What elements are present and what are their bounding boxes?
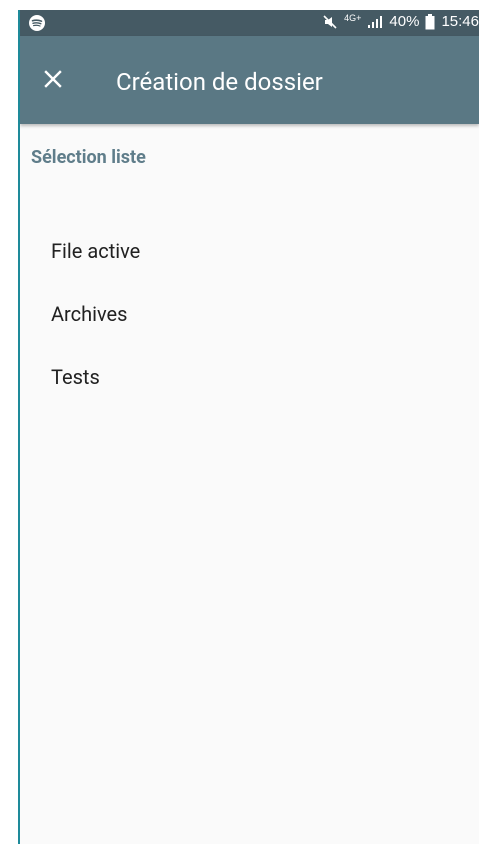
battery-icon: [425, 13, 435, 30]
app-toolbar: Création de dossier: [20, 36, 479, 124]
battery-level: 40%: [389, 13, 420, 30]
page-title: Création de dossier: [116, 68, 323, 96]
list-selection: File active Archives Tests: [20, 220, 479, 409]
network-type: 4G+: [344, 13, 362, 23]
close-icon: [44, 70, 62, 88]
device-frame: 4G+ 40% 15:46 Création de dossier Sélect…: [0, 0, 479, 844]
status-bar: 4G+ 40% 15:46: [20, 10, 479, 36]
clock: 15:46: [441, 13, 479, 30]
list-item-tests[interactable]: Tests: [20, 346, 479, 409]
list-item-archives[interactable]: Archives: [20, 283, 479, 346]
spotify-icon: [28, 14, 46, 32]
status-indicators: 4G+ 40% 15:46: [322, 13, 479, 30]
section-header: Sélection liste: [31, 147, 146, 168]
app-screen: 4G+ 40% 15:46 Création de dossier Sélect…: [18, 10, 479, 844]
list-item-file-active[interactable]: File active: [20, 220, 479, 283]
mute-icon: [322, 14, 338, 30]
close-button[interactable]: [40, 66, 66, 92]
signal-icon: [367, 15, 383, 29]
